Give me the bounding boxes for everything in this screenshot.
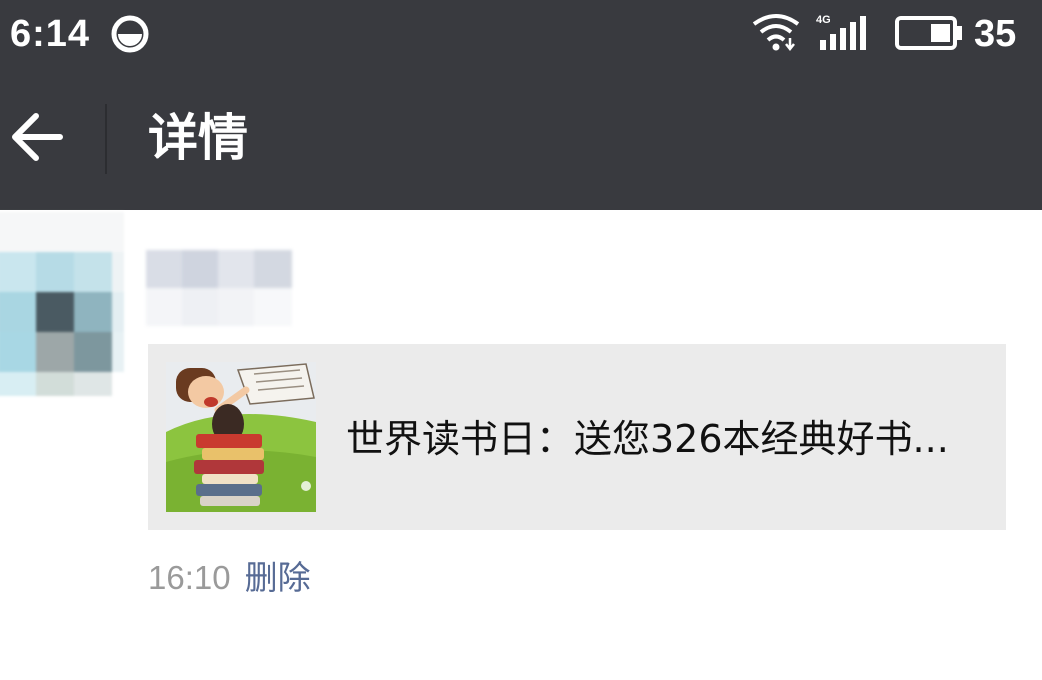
battery-percentage: 35 — [974, 13, 1017, 55]
delete-link[interactable]: 删除 — [245, 558, 311, 597]
post-time: 16:10 — [148, 559, 231, 596]
signal-icon: 4G — [816, 14, 866, 50]
battery-icon — [895, 16, 962, 50]
shared-link-card[interactable]: 世界读书日：送您326本经典好书... — [148, 344, 1006, 530]
post-meta: 16:10 删除 — [148, 556, 311, 600]
network-type-label: 4G — [816, 14, 831, 26]
shared-link-title: 世界读书日：送您326本经典好书... — [346, 417, 949, 461]
page-title: 详情 — [148, 109, 248, 167]
status-circle-icon — [111, 15, 149, 53]
top-bar: 6:14 4G 35 详情 — [0, 0, 1042, 210]
header-divider — [105, 104, 107, 174]
avatar[interactable] — [0, 212, 124, 396]
back-arrow-icon[interactable] — [8, 108, 66, 166]
username-redacted[interactable] — [146, 250, 294, 326]
wifi-icon — [752, 14, 800, 52]
status-time: 6:14 — [10, 13, 91, 55]
book-cover-thumbnail — [166, 362, 316, 512]
